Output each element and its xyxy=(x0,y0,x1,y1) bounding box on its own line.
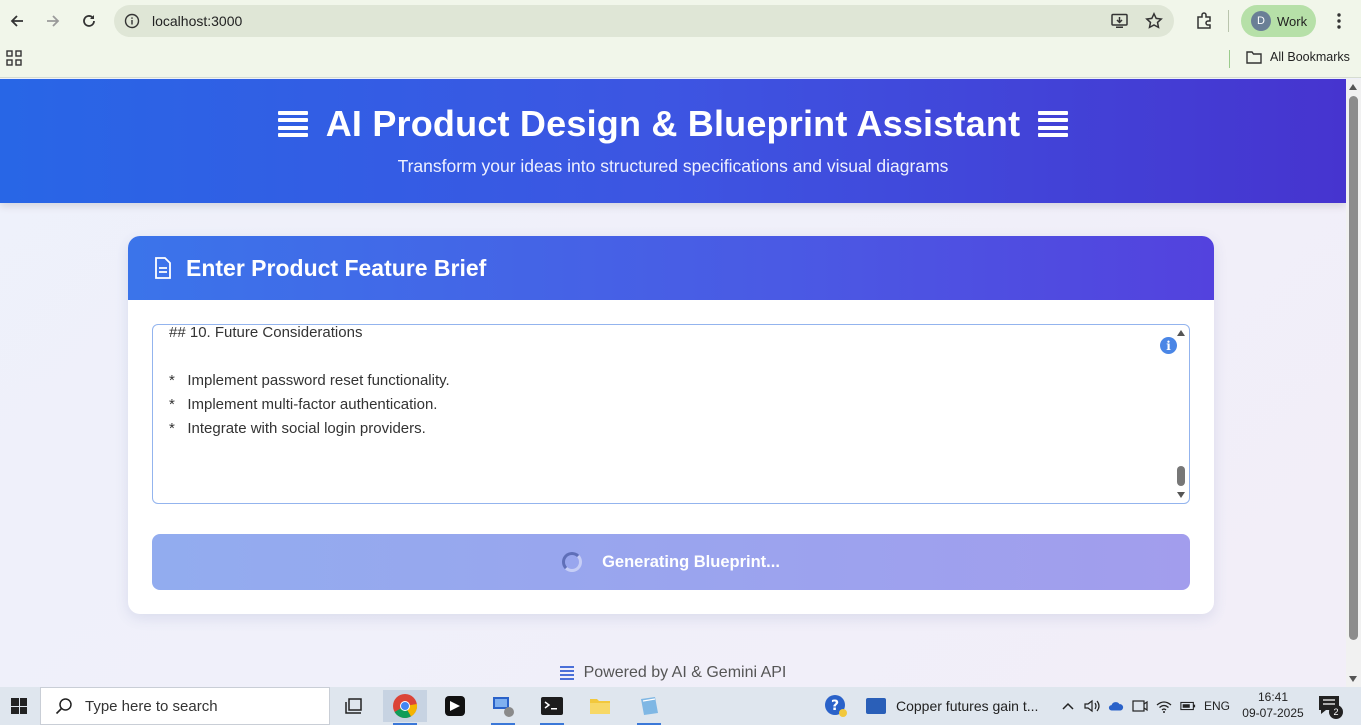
scroll-up-arrow-icon[interactable] xyxy=(1177,330,1185,336)
card-header: Enter Product Feature Brief xyxy=(128,236,1214,300)
start-button[interactable] xyxy=(0,687,38,725)
scrollbar-thumb[interactable] xyxy=(1177,466,1185,486)
apps-grid-icon[interactable] xyxy=(6,50,24,68)
page-title-row: AI Product Design & Blueprint Assistant xyxy=(0,103,1346,145)
document-icon xyxy=(155,257,171,279)
taskbar-app-cursor[interactable] xyxy=(433,690,477,722)
chrome-icon xyxy=(393,694,418,719)
page-scroll-down-icon[interactable] xyxy=(1349,676,1357,682)
reload-icon xyxy=(83,15,95,27)
folder-icon xyxy=(590,699,610,714)
help-icon: ? xyxy=(825,695,847,717)
taskbar-clock[interactable]: 16:41 09-07-2025 xyxy=(1242,689,1304,721)
chevron-up-icon[interactable] xyxy=(1060,698,1076,714)
page-header: AI Product Design & Blueprint Assistant … xyxy=(0,79,1346,203)
back-button[interactable] xyxy=(3,7,31,35)
toolbar-divider xyxy=(1228,10,1229,32)
browser-toolbar: localhost:3000 D Work xyxy=(0,0,1361,42)
generate-blueprint-button[interactable]: Generating Blueprint... xyxy=(152,534,1190,590)
help-button[interactable]: ? xyxy=(814,690,858,722)
page-scrollbar[interactable] xyxy=(1346,79,1361,687)
textarea-content: ## 10. Future Considerations * Implement… xyxy=(169,324,450,437)
feature-brief-card: Enter Product Feature Brief ## 10. Futur… xyxy=(128,236,1214,614)
clock-time: 16:41 xyxy=(1257,690,1289,704)
all-bookmarks-button[interactable]: All Bookmarks xyxy=(1246,50,1350,64)
taskbar-search-box[interactable]: Type here to search xyxy=(40,687,330,725)
news-text: Copper futures gain t... xyxy=(896,698,1039,714)
taskbar-app-terminal[interactable] xyxy=(530,690,574,725)
browser-menu-icon[interactable] xyxy=(1329,11,1349,31)
task-view-button[interactable] xyxy=(333,690,377,722)
news-icon xyxy=(866,698,886,714)
profile-button[interactable]: D Work xyxy=(1241,5,1316,37)
feature-brief-textarea[interactable]: ## 10. Future Considerations * Implement… xyxy=(152,324,1190,504)
card-title: Enter Product Feature Brief xyxy=(186,254,487,281)
url-text: localhost:3000 xyxy=(152,13,243,29)
windows-logo-icon xyxy=(11,698,27,714)
onedrive-icon[interactable] xyxy=(1108,698,1124,714)
taskbar-app-remote[interactable] xyxy=(481,690,525,725)
bookmarks-bar: All Bookmarks xyxy=(0,42,1361,78)
list-lines-icon xyxy=(559,666,574,680)
search-icon xyxy=(55,698,72,715)
install-app-icon[interactable] xyxy=(1110,11,1130,31)
extensions-icon[interactable] xyxy=(1194,11,1214,31)
forward-button[interactable] xyxy=(39,7,67,35)
back-arrow-icon xyxy=(10,15,23,27)
avatar: D xyxy=(1251,11,1271,31)
battery-icon[interactable] xyxy=(1180,698,1196,714)
menu-lines-icon xyxy=(277,109,308,139)
volume-icon[interactable] xyxy=(1084,698,1100,714)
svg-text:?: ? xyxy=(831,698,839,714)
taskbar-app-editor[interactable] xyxy=(627,690,671,725)
page-subtitle: Transform your ideas into structured spe… xyxy=(397,156,949,176)
address-bar[interactable]: localhost:3000 xyxy=(114,5,1174,37)
loading-spinner-icon xyxy=(562,552,583,572)
page-viewport: AI Product Design & Blueprint Assistant … xyxy=(0,79,1346,687)
windows-taskbar: Type here to search ? Copper futures gai… xyxy=(0,687,1361,725)
bookmark-star-icon[interactable] xyxy=(1144,11,1164,31)
page-scroll-up-icon[interactable] xyxy=(1349,84,1357,90)
bookmarks-divider xyxy=(1229,50,1230,68)
wifi-icon[interactable] xyxy=(1156,698,1172,714)
all-bookmarks-label: All Bookmarks xyxy=(1270,50,1350,64)
scroll-down-arrow-icon[interactable] xyxy=(1177,492,1185,498)
notepad-icon xyxy=(641,697,658,715)
taskbar-chrome[interactable] xyxy=(383,690,427,725)
notification-count-badge: 2 xyxy=(1329,705,1343,719)
footer-text: Powered by AI & Gemini API xyxy=(583,664,787,681)
textarea-scrollbar[interactable] xyxy=(1175,327,1187,501)
forward-arrow-icon xyxy=(47,15,60,27)
page-title: AI Product Design & Blueprint Assistant xyxy=(325,103,1021,144)
page-scrollbar-thumb[interactable] xyxy=(1349,96,1358,640)
meet-now-icon[interactable] xyxy=(1132,698,1148,714)
system-tray: ENG xyxy=(1060,687,1230,725)
news-widget[interactable]: Copper futures gain t... xyxy=(866,687,1038,725)
remote-desktop-icon xyxy=(493,697,514,717)
generate-button-label: Generating Blueprint... xyxy=(602,552,780,571)
profile-label: Work xyxy=(1277,13,1308,29)
clock-date: 09-07-2025 xyxy=(1242,706,1304,720)
cursor-app-icon xyxy=(445,696,465,716)
language-indicator[interactable]: ENG xyxy=(1204,699,1230,713)
page-footer: Powered by AI & Gemini API xyxy=(0,664,1346,682)
folder-icon xyxy=(1246,51,1262,64)
taskbar-search-placeholder: Type here to search xyxy=(85,697,218,715)
menu-lines-icon xyxy=(1038,109,1069,139)
taskbar-file-explorer[interactable] xyxy=(578,690,622,722)
site-info-icon[interactable] xyxy=(122,11,142,31)
terminal-icon xyxy=(541,697,563,715)
reload-button[interactable] xyxy=(75,7,103,35)
task-view-icon xyxy=(345,698,362,714)
